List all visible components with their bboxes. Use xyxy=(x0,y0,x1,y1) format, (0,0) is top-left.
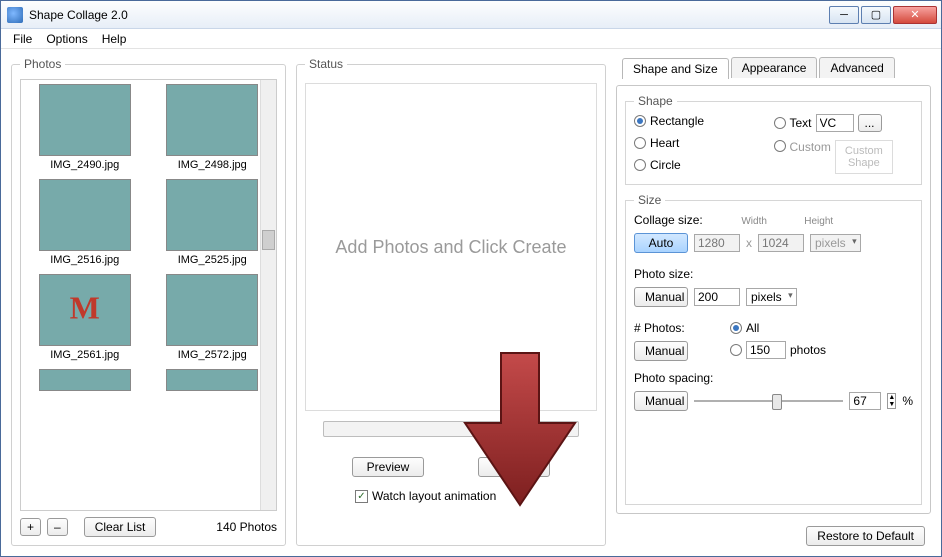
photo-scrollbar[interactable] xyxy=(260,80,276,510)
collage-x: x xyxy=(746,236,752,250)
spacing-stepper[interactable]: ▲▼ xyxy=(887,393,896,409)
add-photo-button[interactable]: + xyxy=(20,518,41,536)
photo-thumbnail[interactable]: IMG_2525.jpg xyxy=(153,179,273,266)
radio-heart-label: Heart xyxy=(650,136,679,150)
num-photos-label: # Photos: xyxy=(634,321,724,335)
spacing-slider[interactable] xyxy=(694,391,843,411)
collage-height-input[interactable] xyxy=(758,234,804,252)
thumbnail-image xyxy=(166,369,258,391)
restore-default-button[interactable]: Restore to Default xyxy=(806,526,925,546)
tab-appearance[interactable]: Appearance xyxy=(731,57,818,78)
preview-button[interactable]: Preview xyxy=(352,457,424,477)
custom-shape-dropzone[interactable]: Custom Shape xyxy=(835,140,893,174)
photo-thumbnail[interactable]: IMG_2516.jpg xyxy=(25,179,145,266)
shape-legend: Shape xyxy=(634,94,677,108)
radio-heart[interactable] xyxy=(634,137,646,149)
photo-size-label: Photo size: xyxy=(634,267,724,281)
radio-rectangle[interactable] xyxy=(634,115,646,127)
tab-shape-and-size[interactable]: Shape and Size xyxy=(622,58,729,79)
thumbnail-image xyxy=(166,84,258,156)
close-button[interactable]: ✕ xyxy=(893,6,937,24)
shape-text-input[interactable] xyxy=(816,114,854,132)
thumbnail-image xyxy=(39,274,131,346)
radio-circle-label: Circle xyxy=(650,158,681,172)
minimize-button[interactable]: ─ xyxy=(829,6,859,24)
thumbnail-filename: IMG_2561.jpg xyxy=(25,349,145,361)
radio-text[interactable] xyxy=(774,117,786,129)
spacing-input[interactable] xyxy=(849,392,881,410)
num-photos-suffix: photos xyxy=(790,343,826,357)
height-sublabel: Height xyxy=(804,216,833,227)
status-canvas: Add Photos and Click Create xyxy=(305,83,597,411)
radio-text-label: Text xyxy=(790,116,812,130)
remove-photo-button[interactable]: – xyxy=(47,518,68,536)
shape-text-browse[interactable]: ... xyxy=(858,114,882,132)
radio-n-photos[interactable] xyxy=(730,344,742,356)
radio-all-photos-label: All xyxy=(746,321,759,335)
progress-bar xyxy=(323,421,579,437)
tab-advanced[interactable]: Advanced xyxy=(819,57,894,78)
thumbnail-filename: IMG_2516.jpg xyxy=(25,254,145,266)
titlebar: Shape Collage 2.0 ─ ▢ ✕ xyxy=(1,1,941,29)
spacing-mode-button[interactable]: Manual xyxy=(634,391,688,411)
scrollbar-thumb[interactable] xyxy=(262,230,275,250)
create-button[interactable]: Create xyxy=(478,457,550,477)
photo-list[interactable]: IMG_2490.jpg IMG_2498.jpg IMG_2516.jpg IMG_… xyxy=(20,79,277,511)
collage-width-input[interactable] xyxy=(694,234,740,252)
menu-options[interactable]: Options xyxy=(40,31,93,46)
photo-thumbnail[interactable]: IMG_2490.jpg xyxy=(25,84,145,171)
photo-thumbnail[interactable]: IMG_2561.jpg xyxy=(25,274,145,361)
app-icon xyxy=(7,7,23,23)
shape-group: Shape Rectangle Heart xyxy=(625,94,922,185)
photo-size-input[interactable] xyxy=(694,288,740,306)
width-sublabel: Width xyxy=(741,216,767,227)
thumbnail-image xyxy=(166,179,258,251)
photo-thumbnail[interactable]: IMG_2572.jpg xyxy=(153,274,273,361)
spacing-percent: % xyxy=(902,394,913,408)
thumbnail-filename: IMG_2490.jpg xyxy=(25,159,145,171)
watch-animation-label: Watch layout animation xyxy=(372,489,496,503)
thumbnail-image xyxy=(39,179,131,251)
photo-size-units-select[interactable]: pixels xyxy=(746,288,797,306)
radio-circle[interactable] xyxy=(634,159,646,171)
photo-thumbnail[interactable]: IMG_2498.jpg xyxy=(153,84,273,171)
photos-legend: Photos xyxy=(20,57,65,71)
size-legend: Size xyxy=(634,193,665,207)
photo-count-label: 140 Photos xyxy=(216,520,277,534)
watch-animation-checkbox[interactable]: ✓ xyxy=(355,490,368,503)
collage-units-select[interactable]: pixels xyxy=(810,234,861,252)
window-title: Shape Collage 2.0 xyxy=(29,8,829,22)
spacing-label: Photo spacing: xyxy=(634,371,724,385)
status-legend: Status xyxy=(305,57,347,71)
maximize-button[interactable]: ▢ xyxy=(861,6,891,24)
num-photos-mode-button[interactable]: Manual xyxy=(634,341,688,361)
thumbnail-image xyxy=(166,274,258,346)
thumbnail-filename: IMG_2572.jpg xyxy=(153,349,273,361)
menubar: File Options Help xyxy=(1,29,941,49)
thumbnail-image xyxy=(39,84,131,156)
photo-thumbnail[interactable] xyxy=(153,369,273,394)
thumbnail-filename: IMG_2498.jpg xyxy=(153,159,273,171)
collage-size-auto-button[interactable]: Auto xyxy=(634,233,688,253)
radio-all-photos[interactable] xyxy=(730,322,742,334)
radio-rectangle-label: Rectangle xyxy=(650,114,704,128)
num-photos-input[interactable] xyxy=(746,341,786,359)
menu-file[interactable]: File xyxy=(7,31,38,46)
menu-help[interactable]: Help xyxy=(96,31,133,46)
photo-thumbnail[interactable] xyxy=(25,369,145,394)
collage-size-label: Collage size: xyxy=(634,213,724,227)
radio-custom-label: Custom xyxy=(790,140,831,154)
radio-custom[interactable] xyxy=(774,140,786,152)
thumbnail-image xyxy=(39,369,131,391)
photos-panel: Photos IMG_2490.jpg IMG_2498.jpg IMG_2516.… xyxy=(11,57,286,546)
photo-size-mode-button[interactable]: Manual xyxy=(634,287,688,307)
thumbnail-filename: IMG_2525.jpg xyxy=(153,254,273,266)
size-group: Size Collage size: Width Height Auto x p… xyxy=(625,193,922,505)
clear-list-button[interactable]: Clear List xyxy=(84,517,157,537)
status-panel: Status Add Photos and Click Create Previ… xyxy=(296,57,606,546)
